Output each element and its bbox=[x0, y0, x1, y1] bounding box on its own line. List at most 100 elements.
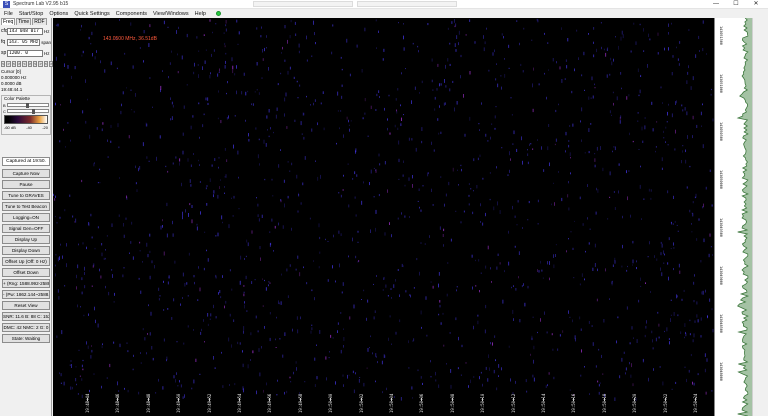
nav-left-button[interactable]: < bbox=[1, 61, 6, 67]
time-tick-label: 19:49:58 bbox=[297, 393, 303, 413]
close-button[interactable]: ✕ bbox=[746, 0, 766, 8]
range-plus-button[interactable]: + (Rng: 1588.992-2588.5 bbox=[2, 279, 50, 288]
waterfall-speckle bbox=[293, 76, 295, 79]
waterfall-speckle bbox=[64, 63, 65, 67]
nav-right-button[interactable]: > bbox=[27, 61, 33, 67]
waterfall-speckle bbox=[711, 308, 713, 311]
waterfall-speckle bbox=[167, 170, 169, 173]
menu-view-windows[interactable]: View/Windows bbox=[151, 11, 193, 17]
waterfall-speckle bbox=[89, 389, 90, 393]
waterfall-speckle bbox=[296, 80, 298, 83]
time-tick-label: 19:50:24 bbox=[693, 393, 698, 413]
tune-graves-button[interactable]: Tune to GRAVES bbox=[2, 191, 50, 200]
menu-help[interactable]: Help bbox=[193, 11, 210, 17]
waterfall-speckle bbox=[224, 192, 225, 194]
dmc-status[interactable]: DMC: 42 NMC: 2 G: 0 bbox=[2, 323, 50, 332]
waterfall-speckle bbox=[661, 272, 663, 277]
waterfall-speckle bbox=[364, 98, 366, 102]
frequency-input[interactable]: 143. 05 MHz bbox=[6, 38, 41, 46]
signal-gen-button[interactable]: Signal Gen=OFF bbox=[2, 224, 50, 233]
waterfall-speckle bbox=[584, 89, 585, 91]
waterfall-speckle bbox=[638, 94, 640, 97]
waterfall-speckle bbox=[75, 218, 77, 223]
color-gradient-bar[interactable] bbox=[4, 115, 48, 124]
waterfall-speckle bbox=[181, 182, 182, 187]
span-input[interactable]: 1200. 0 bbox=[7, 49, 43, 57]
menu-start-stop[interactable]: Start/Stop bbox=[17, 11, 47, 17]
menu-quick-settings[interactable]: Quick Settings bbox=[72, 11, 113, 17]
waterfall-speckle bbox=[513, 285, 514, 287]
brightness-slider[interactable] bbox=[7, 103, 49, 108]
nav-right-button[interactable]: > bbox=[38, 61, 43, 67]
waterfall-speckle bbox=[277, 379, 278, 382]
waterfall-speckle bbox=[302, 112, 304, 116]
spectrum-strip[interactable]: 143051500 143051000 143050500 143050000 1430… bbox=[714, 18, 752, 416]
nav-right-button[interactable]: > bbox=[17, 61, 22, 67]
waterfall-speckle bbox=[551, 333, 553, 336]
center-frequency-input[interactable]: 143 048 017 bbox=[7, 27, 43, 35]
waterfall-speckle bbox=[688, 29, 690, 31]
waterfall-speckle bbox=[569, 389, 571, 391]
waterfall-speckle bbox=[110, 61, 112, 66]
waterfall-speckle bbox=[396, 111, 398, 114]
maximize-button[interactable]: ☐ bbox=[726, 0, 746, 8]
waterfall-speckle bbox=[121, 103, 122, 107]
menu-file[interactable]: File bbox=[2, 11, 17, 17]
waterfall-speckle bbox=[687, 135, 688, 139]
frequency-scale-label: 143050000 bbox=[719, 170, 723, 189]
waterfall-speckle bbox=[470, 379, 471, 384]
waterfall-speckle bbox=[460, 221, 462, 224]
waterfall-speckle bbox=[177, 53, 178, 56]
waterfall-speckle bbox=[613, 191, 615, 193]
nav-left-button[interactable]: < bbox=[43, 61, 49, 67]
waterfall-speckle bbox=[693, 300, 695, 303]
snr-status[interactable]: SNR: 11.6 B: 88 C: 152 bbox=[2, 312, 50, 321]
range-minus-button[interactable]: - (Pw: 1862.144~2588.5 bbox=[2, 290, 50, 299]
vertical-scrollbar[interactable] bbox=[752, 18, 768, 416]
contrast-slider[interactable] bbox=[7, 109, 49, 114]
menu-components[interactable]: Components bbox=[114, 11, 151, 17]
waterfall-speckle bbox=[449, 42, 451, 45]
waterfall-speckle bbox=[299, 272, 301, 277]
display-down-button[interactable]: Display Down bbox=[2, 246, 50, 255]
logging-button[interactable]: Logging=ON bbox=[2, 213, 50, 222]
waterfall-speckle bbox=[597, 189, 599, 193]
waterfall-speckle bbox=[460, 164, 462, 167]
waterfall-speckle bbox=[455, 210, 457, 212]
tab-freq[interactable]: Freq bbox=[1, 18, 16, 25]
pause-button[interactable]: Pause bbox=[2, 180, 50, 189]
waterfall-speckle bbox=[262, 278, 263, 280]
waterfall-speckle bbox=[302, 182, 304, 186]
slider-thumb[interactable] bbox=[32, 109, 35, 114]
tab-rdf[interactable]: RDF bbox=[32, 18, 47, 25]
waterfall-speckle bbox=[501, 367, 502, 371]
waterfall-speckle bbox=[641, 218, 642, 220]
tab-time[interactable]: Time bbox=[16, 18, 32, 25]
display-up-button[interactable]: Display Up bbox=[2, 235, 50, 244]
waterfall-speckle bbox=[325, 356, 327, 360]
menu-options[interactable]: Options bbox=[47, 11, 72, 17]
capture-now-button[interactable]: Capture Now bbox=[2, 169, 50, 178]
nav-left-button[interactable]: < bbox=[22, 61, 27, 67]
waterfall-speckle bbox=[685, 149, 686, 153]
waterfall-speckle bbox=[493, 206, 495, 211]
waterfall-speckle bbox=[172, 162, 174, 165]
waterfall-speckle bbox=[391, 343, 392, 345]
waterfall-speckle bbox=[638, 149, 640, 150]
waterfall-speckle bbox=[565, 150, 566, 153]
offset-down-button[interactable]: Offset Down bbox=[2, 268, 50, 277]
nav-right-button[interactable]: > bbox=[6, 61, 11, 67]
reset-view-button[interactable]: Reset View bbox=[2, 301, 50, 310]
state-status[interactable]: State: Waiting bbox=[2, 334, 50, 343]
tune-test-beacon-button[interactable]: Tune to Test Beacon bbox=[2, 202, 50, 211]
minimize-button[interactable]: — bbox=[706, 0, 726, 8]
waterfall-speckle bbox=[81, 378, 83, 381]
waterfall-speckle bbox=[176, 372, 177, 375]
spectrogram-waterfall[interactable]: 143.0500 MHz, 36.51dB 19:48:44 19:48:46 19… bbox=[53, 18, 714, 416]
waterfall-speckle bbox=[199, 373, 201, 375]
nav-left-button[interactable]: < bbox=[11, 61, 17, 67]
waterfall-plot[interactable] bbox=[53, 18, 714, 401]
offset-up-button[interactable]: Offset Up (Off: 0 Hz) bbox=[2, 257, 50, 266]
nav-left-button[interactable]: < bbox=[33, 61, 38, 67]
slider-thumb[interactable] bbox=[26, 103, 29, 108]
